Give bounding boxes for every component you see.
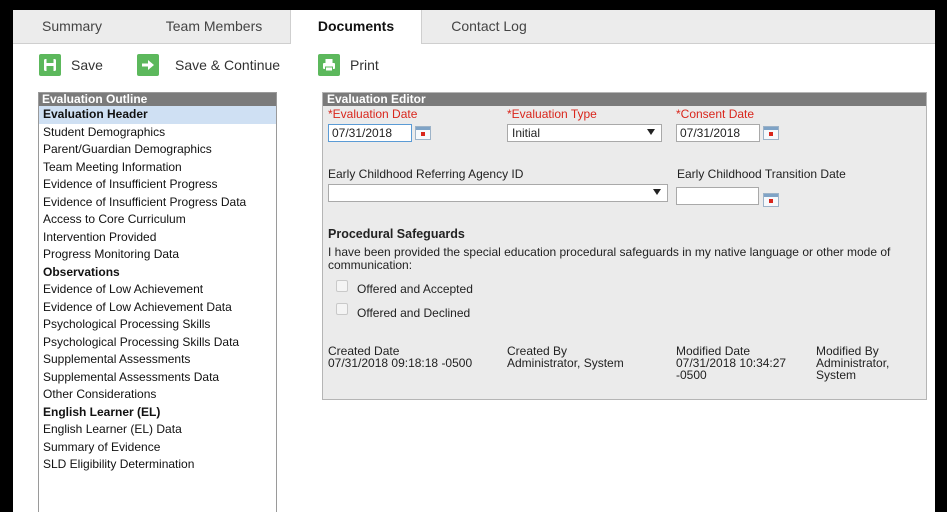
tab-bar: Summary Team Members Documents Contact L… bbox=[13, 10, 935, 44]
outline-item-supplemental-assessments[interactable]: Supplemental Assessments bbox=[39, 351, 276, 369]
outline-item-observations[interactable]: Observations bbox=[39, 264, 276, 282]
tab-contact-log[interactable]: Contact Log bbox=[439, 10, 539, 43]
outline-list: Evaluation Header Student Demographics Par… bbox=[39, 106, 276, 474]
outline-item-psychological-processing-skills[interactable]: Psychological Processing Skills bbox=[39, 316, 276, 334]
outline-item-psychological-processing-skills-data[interactable]: Psychological Processing Skills Data bbox=[39, 334, 276, 352]
outline-item-english-learner-el[interactable]: English Learner (EL) bbox=[39, 404, 276, 422]
offered-declined-checkbox[interactable] bbox=[336, 303, 348, 315]
safeguards-text: I have been provided the special educati… bbox=[328, 245, 891, 272]
arrow-right-icon bbox=[137, 54, 159, 76]
tab-summary[interactable]: Summary bbox=[37, 10, 107, 43]
outline-item-evidence-of-low-achievement[interactable]: Evidence of Low Achievement bbox=[39, 281, 276, 299]
evaluation-outline-panel: Evaluation Outline Evaluation Header Stud… bbox=[38, 92, 277, 512]
outline-item-parent-guardian-demographics[interactable]: Parent/Guardian Demographics bbox=[39, 141, 276, 159]
outline-item-english-learner-el-data[interactable]: English Learner (EL) Data bbox=[39, 421, 276, 439]
save-continue-label: Save & Continue bbox=[175, 57, 281, 73]
outline-item-evaluation-header[interactable]: Evaluation Header bbox=[39, 106, 276, 124]
evaluation-date-calendar-icon[interactable] bbox=[415, 126, 431, 140]
outline-item-sld-eligibility-determination[interactable]: SLD Eligibility Determination bbox=[39, 456, 276, 474]
tab-documents[interactable]: Documents bbox=[290, 10, 422, 44]
created-by-value: Administrator, System bbox=[507, 356, 624, 370]
save-icon bbox=[39, 54, 61, 76]
print-button[interactable]: Print bbox=[318, 52, 379, 78]
app-frame: Summary Team Members Documents Contact L… bbox=[13, 10, 935, 512]
referring-agency-select[interactable] bbox=[328, 184, 668, 202]
print-label: Print bbox=[350, 57, 379, 73]
outline-item-student-demographics[interactable]: Student Demographics bbox=[39, 124, 276, 142]
outline-item-evidence-of-insufficient-progress[interactable]: Evidence of Insufficient Progress bbox=[39, 176, 276, 194]
consent-date-label: *Consent Date bbox=[676, 107, 755, 121]
transition-date-input[interactable] bbox=[676, 187, 759, 205]
save-button[interactable]: Save bbox=[39, 52, 103, 78]
safeguards-heading: Procedural Safeguards bbox=[328, 227, 465, 241]
transition-date-calendar-icon[interactable] bbox=[763, 193, 779, 207]
evaluation-type-value: Initial bbox=[512, 126, 541, 140]
outline-item-intervention-provided[interactable]: Intervention Provided bbox=[39, 229, 276, 247]
chevron-down-icon bbox=[647, 129, 655, 135]
modified-date-value: 07/31/2018 10:34:27 -0500 bbox=[676, 356, 787, 382]
evaluation-date-input[interactable]: 07/31/2018 bbox=[328, 124, 412, 142]
toolbar: Save Save & Continue Print bbox=[13, 52, 935, 82]
modified-by-value: Administrator, System bbox=[816, 356, 890, 382]
outline-item-access-to-core-curriculum[interactable]: Access to Core Curriculum bbox=[39, 211, 276, 229]
save-continue-button[interactable]: Save & Continue bbox=[137, 52, 280, 78]
save-label: Save bbox=[71, 57, 103, 73]
evaluation-date-label: *Evaluation Date bbox=[328, 107, 418, 121]
editor-title: Evaluation Editor bbox=[323, 93, 926, 106]
created-date-value: 07/31/2018 09:18:18 -0500 bbox=[328, 356, 473, 370]
evaluation-type-select[interactable]: Initial bbox=[507, 124, 662, 142]
consent-date-input[interactable]: 07/31/2018 bbox=[676, 124, 760, 142]
chevron-down-icon bbox=[653, 189, 661, 195]
outline-title: Evaluation Outline bbox=[39, 93, 276, 106]
transition-date-label: Early Childhood Transition Date bbox=[677, 167, 846, 181]
evaluation-editor-panel: Evaluation Editor *Evaluation Date 07/31… bbox=[322, 92, 927, 400]
outline-item-progress-monitoring-data[interactable]: Progress Monitoring Data bbox=[39, 246, 276, 264]
outline-item-other-considerations[interactable]: Other Considerations bbox=[39, 386, 276, 404]
evaluation-type-label: *Evaluation Type bbox=[507, 107, 597, 121]
offered-accepted-checkbox[interactable] bbox=[336, 280, 348, 292]
outline-item-summary-of-evidence[interactable]: Summary of Evidence bbox=[39, 439, 276, 457]
outline-item-team-meeting-information[interactable]: Team Meeting Information bbox=[39, 159, 276, 177]
referring-agency-label: Early Childhood Referring Agency ID bbox=[328, 167, 524, 181]
outline-item-evidence-of-insufficient-progress-data[interactable]: Evidence of Insufficient Progress Data bbox=[39, 194, 276, 212]
consent-date-calendar-icon[interactable] bbox=[763, 126, 779, 140]
outline-item-supplemental-assessments-data[interactable]: Supplemental Assessments Data bbox=[39, 369, 276, 387]
tab-team-members[interactable]: Team Members bbox=[151, 10, 277, 43]
offered-accepted-label: Offered and Accepted bbox=[357, 282, 473, 296]
offered-declined-label: Offered and Declined bbox=[357, 306, 471, 320]
printer-icon bbox=[318, 54, 340, 76]
outline-item-evidence-of-low-achievement-data[interactable]: Evidence of Low Achievement Data bbox=[39, 299, 276, 317]
